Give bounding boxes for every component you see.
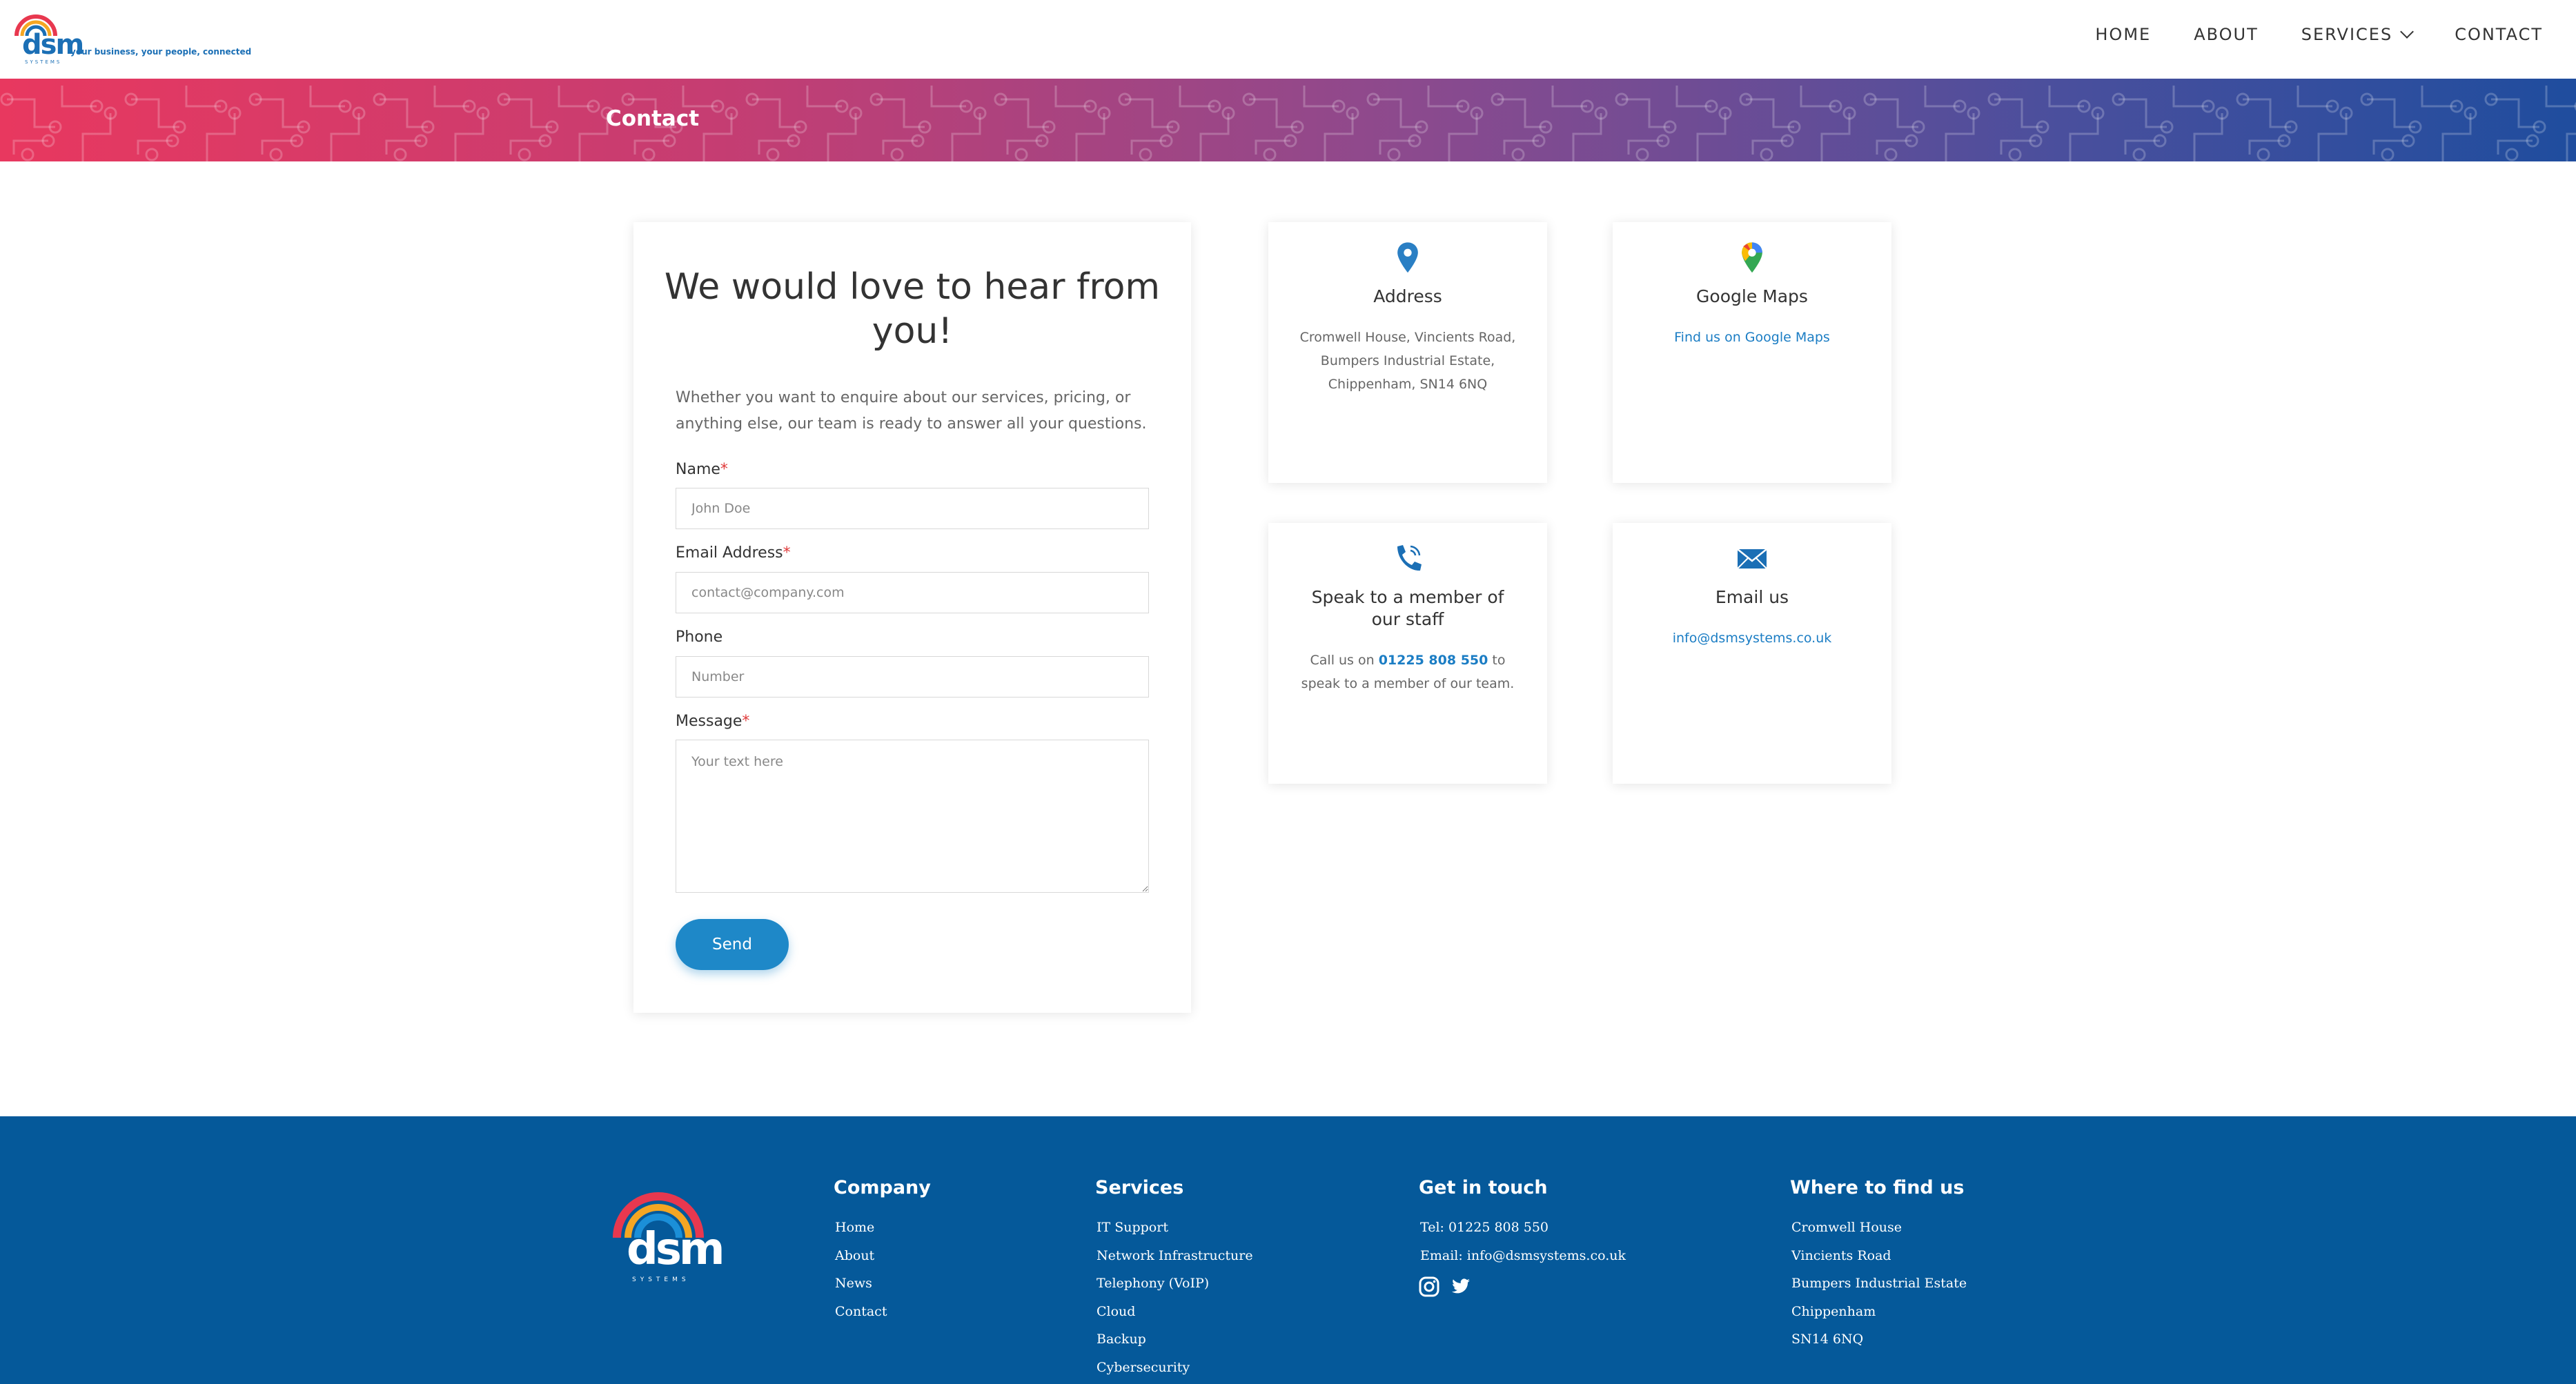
footer-link-cybersecurity[interactable]: Cybersecurity [1097,1354,1253,1382]
email-input[interactable] [676,572,1149,613]
circuit-tile [869,86,987,161]
send-button[interactable]: Send [676,919,789,970]
circuit-tile [124,86,242,161]
footer-link-home[interactable]: Home [835,1214,931,1242]
google-maps-card: Google Maps Find us on Google Maps [1613,222,1891,483]
phone-input[interactable] [676,656,1149,698]
logo-systems-text: SYSTEMS [25,59,62,65]
contact-form-card: We would love to hear from you! Whether … [633,222,1191,1013]
address-text: Cromwell House, Vincients Road, Bumpers … [1299,330,1516,392]
phone-number-link[interactable]: 01225 808 550 [1379,653,1488,668]
google-maps-text: Find us on Google Maps [1613,326,1891,349]
circuit-tile [1491,86,1608,161]
footer-email[interactable]: Email: info@dsmsystems.co.uk [1420,1242,1626,1270]
social-links [1419,1276,1626,1297]
circuit-tile [248,86,366,161]
circuit-tile [2360,86,2477,161]
name-input[interactable] [676,488,1149,529]
nav-home[interactable]: HOME [2095,25,2151,44]
footer-address-line: Vincients Road [1791,1247,1891,1263]
phone-icon [1268,542,1547,575]
nav-services[interactable]: SERVICES [2301,25,2415,44]
twitter-icon[interactable] [1451,1276,1471,1297]
footer-link-backup[interactable]: Backup [1097,1325,1253,1354]
footer-logo-systems: SYSTEMS [632,1276,690,1283]
main-nav: HOME ABOUT SERVICES CONTACT [2095,25,2543,44]
circuit-tile [0,86,117,161]
footer-address-line: Bumpers Industrial Estate [1791,1276,1967,1291]
chevron-down-icon [2400,25,2415,39]
phone-card: Speak to a member of our staff Call us o… [1268,523,1547,784]
email-card: Email us info@dsmsystems.co.uk [1613,523,1891,784]
footer-address-line: Chippenham [1791,1303,1876,1319]
footer-address-line: SN14 6NQ [1791,1332,1864,1347]
address-title: Address [1373,286,1442,306]
circuit-tile [2484,86,2576,161]
circuit-tile [1615,86,1732,161]
google-maps-link[interactable]: Find us on Google Maps [1674,330,1830,345]
phone-text: Call us on 01225 808 550 to speak to a m… [1301,653,1515,691]
circuit-tile [1242,86,1359,161]
circuit-tile [1118,86,1235,161]
nav-services-label: SERVICES [2301,25,2393,44]
circuit-tile [745,86,863,161]
circuit-tile [2236,86,2353,161]
envelope-icon [1613,542,1891,574]
footer-link-contact[interactable]: Contact [835,1298,931,1326]
page-title: Contact [606,106,700,131]
footer-address-line: Cromwell House [1791,1220,1902,1235]
message-label: Message* [676,713,750,730]
footer-logo-wordmark: dsm [627,1224,725,1275]
address-card: Address Cromwell House, Vincients Road, … [1268,222,1547,483]
google-maps-icon [1613,241,1891,275]
email-title: Email us [1715,587,1789,607]
name-label: Name* [676,461,728,478]
page-banner: Contact [0,79,2576,161]
circuit-pattern [0,86,2576,161]
form-intro: Whether you want to enquire about our se… [676,389,1147,433]
footer-link-about[interactable]: About [835,1242,931,1270]
form-title: We would love to hear from you! [664,266,1161,352]
footer-company-heading: Company [834,1177,931,1198]
email-text: info@dsmsystems.co.uk [1613,626,1891,650]
footer-tel[interactable]: Tel: 01225 808 550 [1420,1214,1626,1242]
dsm-logo[interactable]: dsm your business, your people, connecte… [12,11,251,65]
phone-label: Phone [676,629,723,646]
footer-contact-heading: Get in touch [1419,1177,1548,1198]
circuit-tile [1366,86,1484,161]
footer-link-news[interactable]: News [835,1269,931,1298]
footer-where-col: Where to find us Cromwell House Vincient… [1790,1177,1967,1354]
circuit-tile [1987,86,2105,161]
nav-about[interactable]: ABOUT [2194,25,2259,44]
footer-link-it-support[interactable]: IT Support [1097,1214,1253,1242]
email-label: Email Address* [676,544,791,562]
circuit-tile [994,86,1111,161]
circuit-tile [497,86,614,161]
nav-contact[interactable]: CONTACT [2455,25,2543,44]
message-textarea[interactable] [676,740,1149,893]
footer-where-heading: Where to find us [1790,1177,1965,1198]
footer-link-network[interactable]: Network Infrastructure [1097,1242,1253,1270]
footer-contact-col: Get in touch Tel: 01225 808 550 Email: i… [1419,1177,1626,1297]
circuit-tile [2112,86,2229,161]
footer-services-col: Services IT Support Network Infrastructu… [1095,1177,1253,1381]
instagram-icon[interactable] [1419,1276,1439,1297]
logo-tagline: your business, your people, connected [70,47,252,57]
site-footer: dsm SYSTEMS Company Home About News Cont… [0,1116,2576,1384]
footer-link-cloud[interactable]: Cloud [1097,1298,1253,1326]
phone-title: Speak to a member of our staff [1311,587,1504,629]
email-link[interactable]: info@dsmsystems.co.uk [1673,631,1832,646]
footer-services-heading: Services [1095,1177,1184,1198]
site-header: dsm your business, your people, connecte… [0,0,2576,79]
footer-logo[interactable]: dsm SYSTEMS [611,1185,725,1283]
circuit-tile [373,86,490,161]
circuit-tile [1739,86,1856,161]
footer-link-telephony[interactable]: Telephony (VoIP) [1097,1269,1253,1298]
footer-company-col: Company Home About News Contact [834,1177,931,1325]
google-maps-title: Google Maps [1696,286,1808,306]
location-pin-icon [1268,241,1547,275]
circuit-tile [1863,86,1980,161]
